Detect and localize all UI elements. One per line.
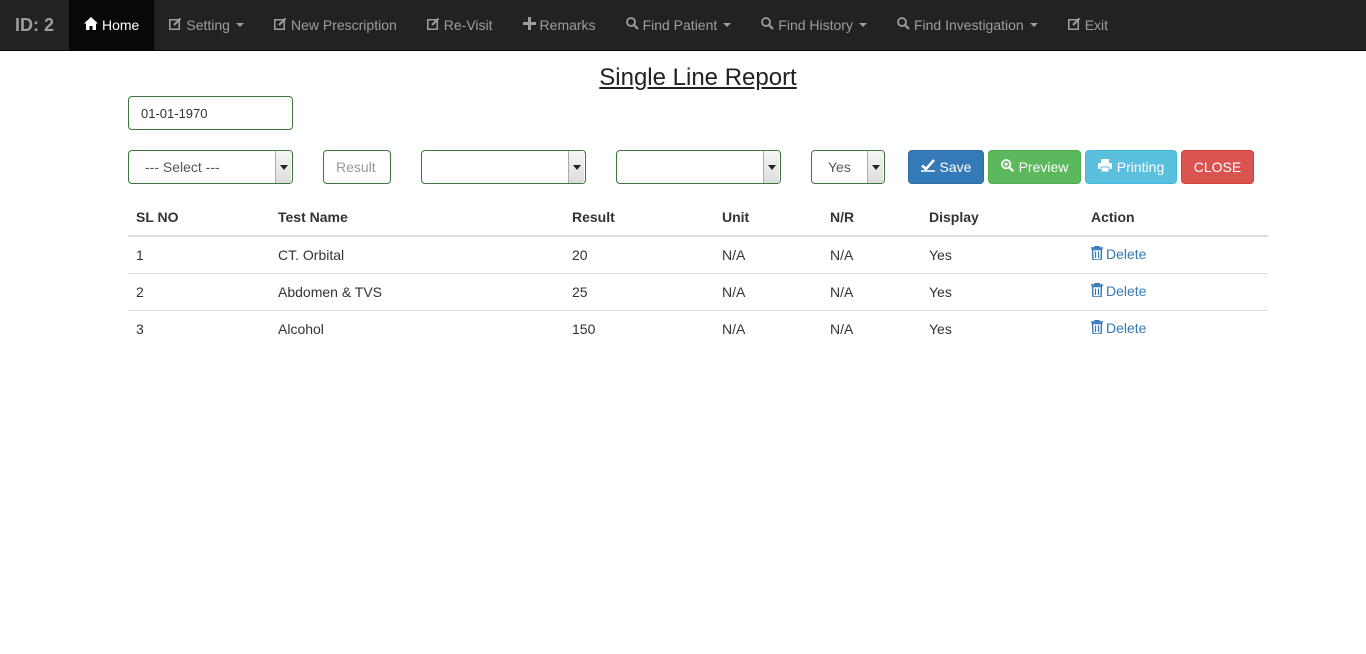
page-title: Single Line Report xyxy=(599,64,797,91)
nav-find-investigation[interactable]: Find Investigation xyxy=(882,0,1053,50)
cell-result: 25 xyxy=(564,272,714,310)
dropdown-arrow-icon[interactable] xyxy=(275,151,291,183)
unit-select[interactable] xyxy=(421,150,586,184)
edit-icon xyxy=(169,17,182,33)
cell-action: Delete xyxy=(1083,272,1268,310)
save-button-label: Save xyxy=(939,159,972,175)
chevron-down-icon xyxy=(1029,23,1038,27)
home-icon xyxy=(84,17,98,33)
save-button[interactable]: Save xyxy=(908,150,984,184)
column-header: Result xyxy=(564,199,714,237)
cell-nr: N/A xyxy=(822,272,921,310)
display-select-value: Yes xyxy=(828,159,851,175)
cell-test-name: Abdomen & TVS xyxy=(270,272,564,310)
column-header: Test Name xyxy=(270,199,564,237)
dropdown-arrow-icon[interactable] xyxy=(867,151,883,183)
print-icon xyxy=(1097,159,1112,175)
nav-setting[interactable]: Setting xyxy=(154,0,259,50)
delete-link[interactable]: Delete xyxy=(1091,282,1147,300)
cell-display: Yes xyxy=(921,309,1083,347)
check-icon xyxy=(920,159,935,175)
trash-icon xyxy=(1091,320,1103,337)
close-button-label: CLOSE xyxy=(1193,159,1242,175)
column-header: Unit xyxy=(714,199,822,237)
display-select[interactable]: Yes xyxy=(811,150,885,184)
search-icon xyxy=(761,17,775,33)
cell-result: 20 xyxy=(564,235,714,273)
top-navbar: ID: 2 Home Setting New Prescription Re-V… xyxy=(0,0,1366,51)
delete-link-label: Delete xyxy=(1106,283,1147,299)
date-input[interactable] xyxy=(128,96,293,130)
nav-new-prescription[interactable]: New Prescription xyxy=(259,0,412,50)
nav-remarks[interactable]: Remarks xyxy=(508,0,611,50)
preview-button-label: Preview xyxy=(1018,159,1069,175)
preview-button[interactable]: Preview xyxy=(988,150,1081,184)
column-header: Action xyxy=(1083,199,1268,237)
nav-find-patient[interactable]: Find Patient xyxy=(611,0,747,50)
nav-home-label: Home xyxy=(102,17,140,33)
chevron-down-icon xyxy=(235,23,244,27)
nav-re-visit-label: Re-Visit xyxy=(443,17,493,33)
nav-remarks-label: Remarks xyxy=(539,17,596,33)
cell-test-name: CT. Orbital xyxy=(270,235,564,273)
test-name-select-value: --- Select --- xyxy=(145,159,220,175)
cell-sl: 1 xyxy=(128,235,270,273)
nav-setting-label: Setting xyxy=(186,17,230,33)
cell-nr: N/A xyxy=(822,309,921,347)
table-row: 3 Alcohol 150 N/A N/A Yes Delete xyxy=(128,309,1268,347)
search-icon xyxy=(897,17,910,33)
delete-link[interactable]: Delete xyxy=(1091,246,1146,262)
nav-find-patient-label: Find Patient xyxy=(642,17,718,33)
cell-action: Delete xyxy=(1083,309,1268,347)
delete-link-label: Delete xyxy=(1106,320,1147,337)
search-icon xyxy=(625,17,639,33)
result-input[interactable] xyxy=(323,150,391,184)
nav-exit-label: Exit xyxy=(1084,17,1109,33)
test-name-select[interactable]: --- Select --- xyxy=(128,150,293,184)
nr-select[interactable] xyxy=(616,150,781,184)
close-button[interactable]: CLOSE xyxy=(1181,150,1254,184)
cell-sl: 3 xyxy=(128,309,270,347)
table-row: 1 CT. Orbital 20 N/A N/A Yes Delete xyxy=(128,235,1268,273)
cell-display: Yes xyxy=(921,235,1083,273)
nav-re-visit[interactable]: Re-Visit xyxy=(412,0,508,50)
cell-unit: N/A xyxy=(714,235,822,273)
chevron-down-icon xyxy=(723,23,732,27)
nav-find-investigation-label: Find Investigation xyxy=(913,17,1024,33)
table-row: 2 Abdomen & TVS 25 N/A N/A Yes Delete xyxy=(128,272,1268,310)
cell-unit: N/A xyxy=(714,309,822,347)
column-header: Display xyxy=(921,199,1083,237)
cell-display: Yes xyxy=(921,272,1083,310)
edit-icon xyxy=(1067,17,1081,33)
trash-icon xyxy=(1091,246,1103,263)
trash-icon xyxy=(1091,282,1103,300)
nav-exit[interactable]: Exit xyxy=(1053,0,1123,50)
chevron-down-icon xyxy=(858,23,867,27)
printing-button-label: Printing xyxy=(1116,159,1165,175)
nav-home[interactable]: Home xyxy=(69,0,155,50)
report-table: SL NO Test Name Result Unit N/R Display … xyxy=(128,199,1268,347)
nav-new-prescription-label: New Prescription xyxy=(290,17,397,33)
edit-icon xyxy=(273,17,287,33)
zoom-in-icon xyxy=(1000,159,1014,175)
dropdown-arrow-icon[interactable] xyxy=(763,151,779,183)
navbar-brand[interactable]: ID: 2 xyxy=(0,0,69,50)
cell-result: 150 xyxy=(564,309,714,347)
cell-test-name: Alcohol xyxy=(270,309,564,347)
cell-nr: N/A xyxy=(822,235,921,273)
plus-icon xyxy=(522,17,536,33)
cell-action: Delete xyxy=(1083,235,1268,273)
column-header: N/R xyxy=(822,199,921,237)
printing-button[interactable]: Printing xyxy=(1085,150,1177,184)
delete-link-label: Delete xyxy=(1106,246,1147,263)
cell-sl: 2 xyxy=(128,272,270,310)
delete-link[interactable]: Delete xyxy=(1091,320,1146,336)
dropdown-arrow-icon[interactable] xyxy=(568,151,584,183)
nav-find-history[interactable]: Find History xyxy=(746,0,882,50)
table-header-row: SL NO Test Name Result Unit N/R Display … xyxy=(128,199,1268,237)
cell-unit: N/A xyxy=(714,272,822,310)
column-header: SL NO xyxy=(128,199,270,237)
edit-icon xyxy=(426,17,440,33)
nav-find-history-label: Find History xyxy=(778,17,853,33)
